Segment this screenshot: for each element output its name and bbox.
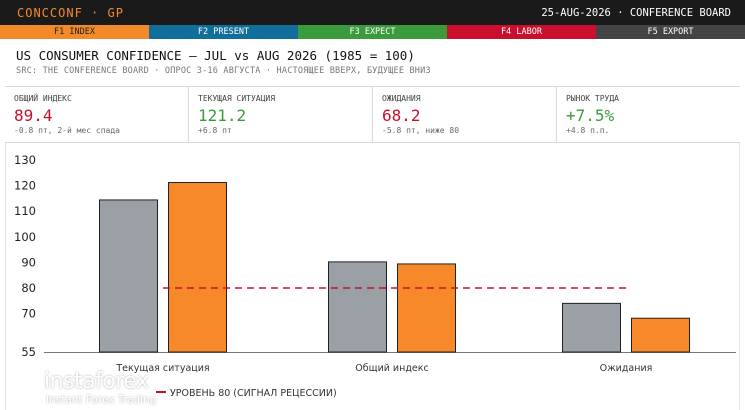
watermark-logo: instaforex Instant Forex Trading — [6, 366, 196, 406]
y-tick-label: 55 — [21, 345, 36, 359]
kpi-card-labor: РЫНОК ТРУДА +7.5% +4.8 п.п. — [557, 87, 740, 142]
kpi-card-headline: ОБЩИЙ ИНДЕКС 89.4 -0.8 пт, 2-й мес спада — [5, 87, 189, 142]
y-tick-label: 100 — [14, 230, 36, 244]
function-key-bar: F1 INDEX F2 PRESENT F3 EXPECT F4 LABOR F… — [0, 25, 745, 39]
kpi-card-present: ТЕКУЩАЯ СИТУАЦИЯ 121.2 +6.8 пт — [189, 87, 373, 142]
kpi-cards: ОБЩИЙ ИНДЕКС 89.4 -0.8 пт, 2-й мес спада… — [5, 86, 740, 143]
x-tick-label: Ожидания — [600, 363, 653, 374]
report-date: 25-AUG-2026 · CONFERENCE BOARD — [541, 7, 731, 19]
bar-previous-0 — [99, 199, 158, 353]
terminal-brand: CONCCONF · GP — [17, 6, 124, 20]
kpi-note: -5.8 пт, ниже 80 — [382, 126, 460, 135]
kpi-value: 121.2 — [198, 106, 247, 125]
fkey-index[interactable]: F1 INDEX — [0, 25, 149, 39]
fkey-present[interactable]: F2 PRESENT — [149, 25, 298, 39]
kpi-label: ТЕКУЩАЯ СИТУАЦИЯ — [198, 94, 276, 103]
bar-current-2 — [631, 317, 690, 353]
logo-tagline: Instant Forex Trading — [46, 394, 157, 406]
kpi-note: +4.8 п.п. — [566, 126, 610, 135]
report-title: US CONSUMER CONFIDENCE — JUL vs AUG 2026… — [16, 48, 415, 63]
instaforex-logo-icon — [8, 370, 38, 400]
kpi-label: ОБЩИЙ ИНДЕКС — [14, 94, 72, 103]
y-tick-label: 70 — [21, 307, 36, 321]
y-tick-label: 90 — [21, 255, 36, 269]
y-tick-label: 80 — [21, 281, 36, 295]
bar-current-0 — [168, 182, 227, 353]
y-tick-label: 130 — [14, 153, 36, 167]
bar-previous-2 — [562, 302, 621, 353]
bar-previous-1 — [328, 261, 387, 353]
x-tick-label: Общий индекс — [355, 363, 428, 374]
top-bar: CONCCONF · GP 25-AUG-2026 · CONFERENCE B… — [0, 0, 745, 25]
report-subtitle: SRC: THE CONFERENCE BOARD · ОПРОС 3-16 А… — [16, 66, 431, 76]
y-tick-label: 110 — [14, 204, 36, 218]
fkey-expect[interactable]: F3 EXPECT — [298, 25, 447, 39]
y-tick-label: 120 — [14, 179, 36, 193]
logo-wordmark: instaforex — [44, 369, 149, 394]
bar-current-1 — [397, 263, 456, 353]
kpi-card-expectations: ОЖИДАНИЯ 68.2 -5.8 пт, ниже 80 — [373, 87, 557, 142]
kpi-note: +6.8 пт — [198, 126, 232, 135]
kpi-label: ОЖИДАНИЯ — [382, 94, 421, 103]
kpi-value: 68.2 — [382, 106, 421, 125]
kpi-label: РЫНОК ТРУДА — [566, 94, 619, 103]
kpi-note: -0.8 пт, 2-й мес спада — [14, 126, 120, 135]
kpi-value: 89.4 — [14, 106, 53, 125]
fkey-export[interactable]: F5 EXPORT — [596, 25, 745, 39]
kpi-value: +7.5% — [566, 106, 615, 125]
report-header: US CONSUMER CONFIDENCE — JUL vs AUG 2026… — [0, 39, 745, 86]
fkey-labor[interactable]: F4 LABOR — [447, 25, 596, 39]
